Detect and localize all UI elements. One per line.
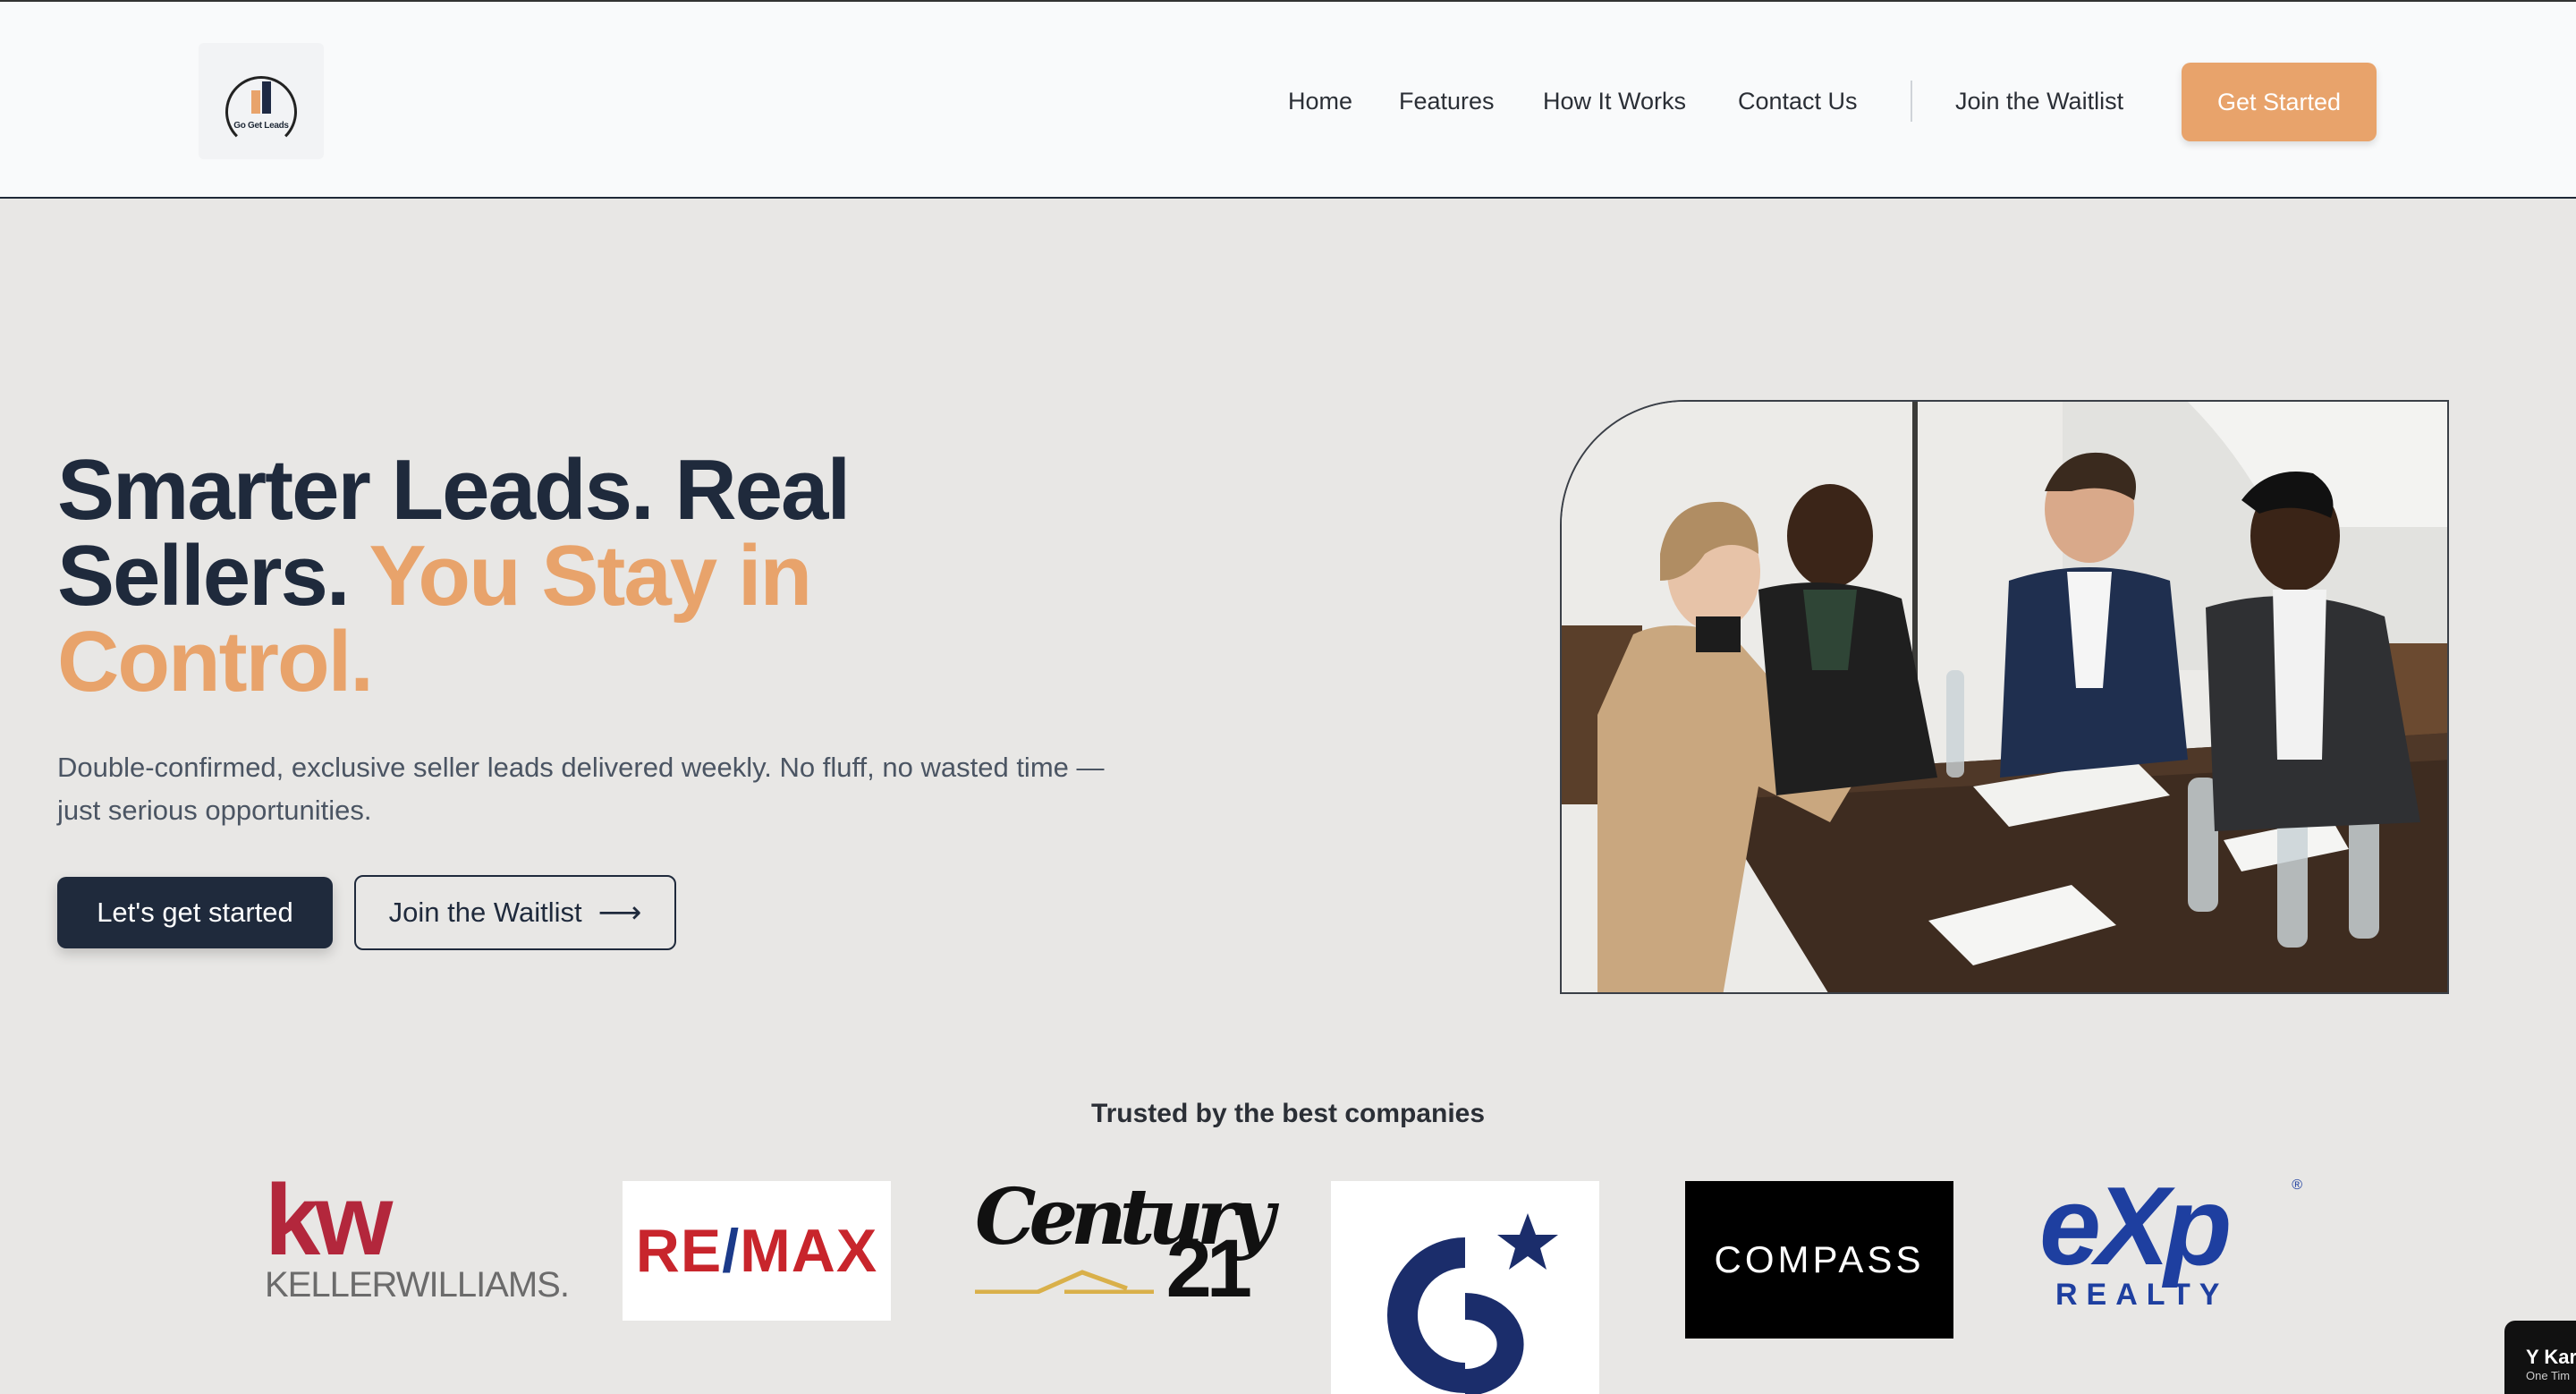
trusted-heading: Trusted by the best companies [1090,1099,1486,1128]
remax-slash: / [722,1217,741,1285]
get-started-button[interactable]: Get Started [2182,63,2377,141]
keller-williams-logo: kw KELLERWILLIAMS. [265,1164,570,1312]
hero-meeting-image [1560,400,2449,994]
arrow-right-icon: ⟶ [597,896,642,930]
remax-max: MAX [740,1217,878,1285]
nav-features[interactable]: Features [1399,88,1495,115]
coldwell-banker-logo [1331,1181,1599,1394]
exp-realty-logo: eXp REALTY ® [2039,1165,2308,1321]
widget-title: Y Kar [2526,1346,2576,1368]
hero-subtitle: Double-confirmed, exclusive seller leads… [57,752,1105,826]
widget-subtitle: One Tim [2526,1369,2571,1382]
remax-re: RE [635,1217,723,1285]
coldwell-banker-icon [1387,1213,1558,1394]
join-waitlist-label: Join the Waitlist [388,897,582,928]
site-header: Go Get Leads Home Features How It Works … [0,2,2576,199]
c21-roof-icon [975,1270,1154,1294]
join-waitlist-button[interactable]: Join the Waitlist ⟶ [354,875,676,950]
nav-home[interactable]: Home [1288,88,1352,115]
nav-join-waitlist[interactable]: Join the Waitlist [1955,88,2123,115]
floating-widget[interactable]: Y Kar One Tim [2504,1321,2576,1394]
registered-mark: ® [2292,1177,2302,1193]
nav-divider [1911,81,1912,122]
exp-word: eXp [2039,1165,2232,1288]
hero-title: Smarter Leads. Real Sellers. You Stay in… [57,447,1041,705]
century21-logo: Century 21 [975,1177,1275,1314]
kw-name-williams: WILLIAMS. [395,1265,570,1305]
exp-realty-word: REALTY [2055,1278,2229,1312]
lets-get-started-button[interactable]: Let's get started [57,877,333,948]
kw-name: KELLERWILLIAMS. [265,1265,570,1305]
kw-name-keller: KELLER [265,1265,397,1305]
c21-number: 21 [1165,1223,1252,1314]
nav-how-it-works[interactable]: How It Works [1543,88,1686,115]
main-nav: Home Features How It Works Contact Us Jo… [0,2,2576,199]
kw-letters: kw [265,1164,393,1276]
compass-logo: COMPASS [1685,1181,1953,1339]
remax-logo: RE / MAX [623,1181,891,1321]
nav-contact-us[interactable]: Contact Us [1738,88,1858,115]
